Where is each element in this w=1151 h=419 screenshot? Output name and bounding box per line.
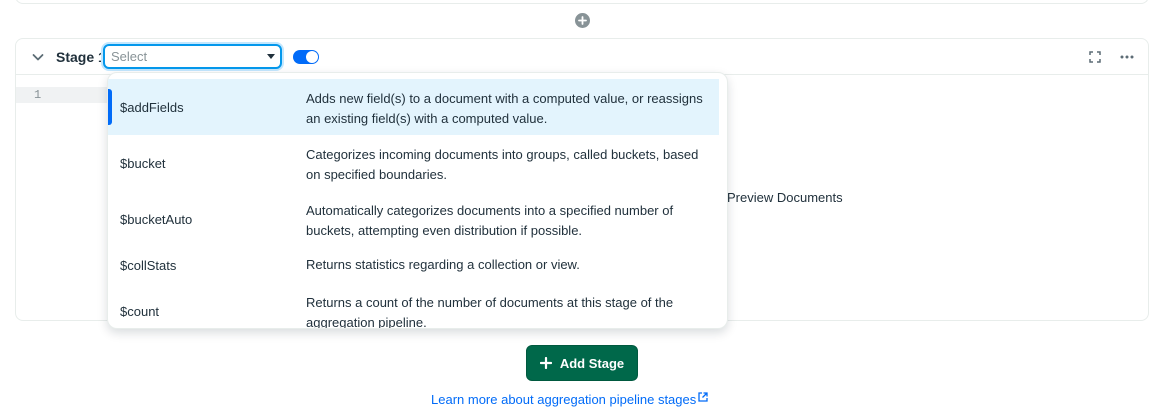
plus-icon bbox=[539, 357, 552, 369]
operator-name: $count bbox=[120, 304, 160, 319]
operator-description: Automatically categorizes documents into… bbox=[306, 203, 674, 238]
select-placeholder: Select bbox=[111, 49, 148, 64]
toggle-knob bbox=[306, 51, 318, 63]
editor-active-line bbox=[16, 87, 108, 103]
operator-option-count[interactable]: $count Returns a count of the number of … bbox=[108, 283, 719, 329]
stage-label: Stage 1 bbox=[56, 49, 106, 65]
operator-description: Categorizes incoming documents into grou… bbox=[306, 147, 699, 182]
operator-name: $bucket bbox=[120, 156, 166, 171]
add-stage-between-button[interactable] bbox=[575, 13, 590, 28]
caret-down-icon bbox=[267, 54, 275, 59]
add-stage-button[interactable]: Add Stage bbox=[526, 345, 638, 381]
stage-header: Stage 1 Select bbox=[16, 39, 1148, 75]
operator-option-addfields[interactable]: $addFields Adds new field(s) to a docume… bbox=[108, 79, 719, 135]
operator-option-bucketauto[interactable]: $bucketAuto Automatically categorizes do… bbox=[108, 191, 719, 247]
fullscreen-icon[interactable] bbox=[1088, 50, 1102, 64]
stage-operator-dropdown: $addFields Adds new field(s) to a docume… bbox=[107, 72, 728, 329]
operator-option-collstats[interactable]: $collStats Returns statistics regarding … bbox=[108, 247, 719, 283]
operator-list: $addFields Adds new field(s) to a docume… bbox=[108, 79, 727, 329]
operator-description: Returns a count of the number of documen… bbox=[306, 295, 674, 329]
previous-stage-card bbox=[15, 0, 1149, 4]
operator-name: $collStats bbox=[120, 258, 177, 273]
operator-name: $bucketAuto bbox=[120, 212, 193, 227]
more-options-icon[interactable] bbox=[1119, 50, 1135, 64]
plus-icon bbox=[578, 16, 587, 25]
external-link-icon bbox=[698, 392, 708, 402]
add-stage-label: Add Stage bbox=[559, 355, 625, 371]
chevron-down-icon[interactable] bbox=[31, 50, 45, 64]
stage-operator-select[interactable]: Select bbox=[103, 44, 282, 69]
aggregation-pipeline-page: Stage 1 Select 1 Preview Documents $addF… bbox=[0, 0, 1151, 419]
operator-description: Adds new field(s) to a document with a c… bbox=[306, 91, 703, 126]
learn-more-label: Learn more about aggregation pipeline st… bbox=[431, 392, 697, 407]
operator-name: $addFields bbox=[120, 100, 184, 115]
stage-enabled-toggle[interactable] bbox=[293, 50, 319, 64]
editor-line-number: 1 bbox=[34, 88, 42, 102]
operator-option-bucket[interactable]: $bucket Categorizes incoming documents i… bbox=[108, 135, 719, 191]
learn-more-link[interactable]: Learn more about aggregation pipeline st… bbox=[431, 392, 708, 407]
preview-documents-text: Preview Documents bbox=[727, 190, 843, 205]
operator-description: Returns statistics regarding a collectio… bbox=[306, 257, 580, 272]
